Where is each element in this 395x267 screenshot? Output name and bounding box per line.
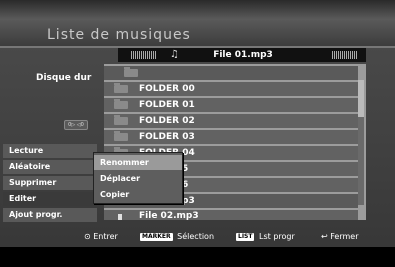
file-icon	[118, 214, 122, 220]
menu-label: Ajout progr.	[9, 210, 63, 219]
list-item-label: p3	[182, 196, 195, 206]
list-item[interactable]: File 02.mp3	[104, 210, 358, 221]
menu-aleatoire[interactable]: Aléatoire	[3, 160, 97, 174]
menu-label: Aléatoire	[9, 162, 51, 171]
list-item-label: FOLDER 02	[139, 116, 195, 126]
menu-label: Editer	[9, 194, 37, 203]
hatch-left	[131, 51, 157, 59]
footer-help: ⊙ Entrer MARKER Sélection LIST Lst progr…	[0, 227, 395, 247]
folder-icon	[114, 131, 128, 141]
return-icon: ↩	[321, 232, 328, 241]
list-item[interactable]: FOLDER 01	[104, 98, 358, 112]
menu-supprimer[interactable]: Supprimer	[3, 176, 97, 190]
popup-item-label: Renommer	[100, 158, 149, 167]
device-label: Disque dur	[36, 73, 92, 83]
footer-marker-label: Sélection	[177, 232, 215, 241]
footer-close-label: Fermer	[330, 232, 359, 241]
popup-item-copier[interactable]: Copier	[94, 187, 182, 202]
enter-icon: ⊙	[84, 232, 91, 241]
current-file-header: ♫ File 01.mp3	[118, 48, 366, 62]
popup-item-deplacer[interactable]: Déplacer	[94, 171, 182, 186]
list-item-parent[interactable]	[104, 66, 358, 80]
popup-item-label: Copier	[100, 190, 130, 199]
list-item[interactable]: FOLDER 03	[104, 130, 358, 144]
scrollbar-thumb[interactable]	[358, 80, 364, 117]
menu-lecture[interactable]: Lecture	[3, 144, 97, 158]
list-item-label: FOLDER 03	[139, 132, 195, 142]
list-item[interactable]: FOLDER 00	[104, 82, 358, 96]
bottom-band	[0, 247, 395, 267]
scrollbar[interactable]	[358, 80, 364, 205]
list-item[interactable]: FOLDER 02	[104, 114, 358, 128]
edit-popup-menu: Renommer Déplacer Copier	[93, 152, 183, 204]
title-bar: Liste de musiques	[0, 0, 395, 48]
folder-icon	[114, 115, 128, 125]
current-file-name: File 01.mp3	[213, 50, 273, 60]
popup-item-renommer[interactable]: Renommer	[94, 155, 182, 170]
page-title: Liste de musiques	[47, 27, 191, 43]
footer-close: ↩ Fermer	[321, 227, 359, 247]
hatch-right	[332, 51, 358, 59]
footer-marker: MARKER Sélection	[140, 227, 214, 247]
menu-editer[interactable]: Editer	[3, 192, 97, 206]
folder-icon	[114, 83, 128, 93]
list-item-label: File 02.mp3	[139, 211, 199, 221]
list-item-label: FOLDER 01	[139, 100, 195, 110]
list-item-label: FOLDER 00	[139, 84, 195, 94]
popup-item-label: Déplacer	[100, 174, 141, 183]
footer-list: LIST Lst progr	[236, 227, 295, 247]
screen: Liste de musiques Disque dur 0▷ ◁0 ♫ Fil…	[0, 0, 395, 267]
menu-label: Supprimer	[9, 178, 57, 187]
music-note-icon: ♫	[170, 49, 179, 60]
folder-icon	[114, 99, 128, 109]
parent-folder-icon	[124, 67, 138, 77]
list-key-icon: LIST	[236, 232, 255, 241]
footer-enter: ⊙ Entrer	[84, 227, 118, 247]
footer-list-label: Lst progr	[259, 232, 295, 241]
footer-enter-label: Entrer	[93, 232, 118, 241]
menu-label: Lecture	[9, 146, 44, 155]
device-indicator: 0▷ ◁0	[64, 120, 88, 130]
menu-ajout-progr[interactable]: Ajout progr.	[3, 208, 97, 222]
marker-key-icon: MARKER	[140, 232, 173, 241]
